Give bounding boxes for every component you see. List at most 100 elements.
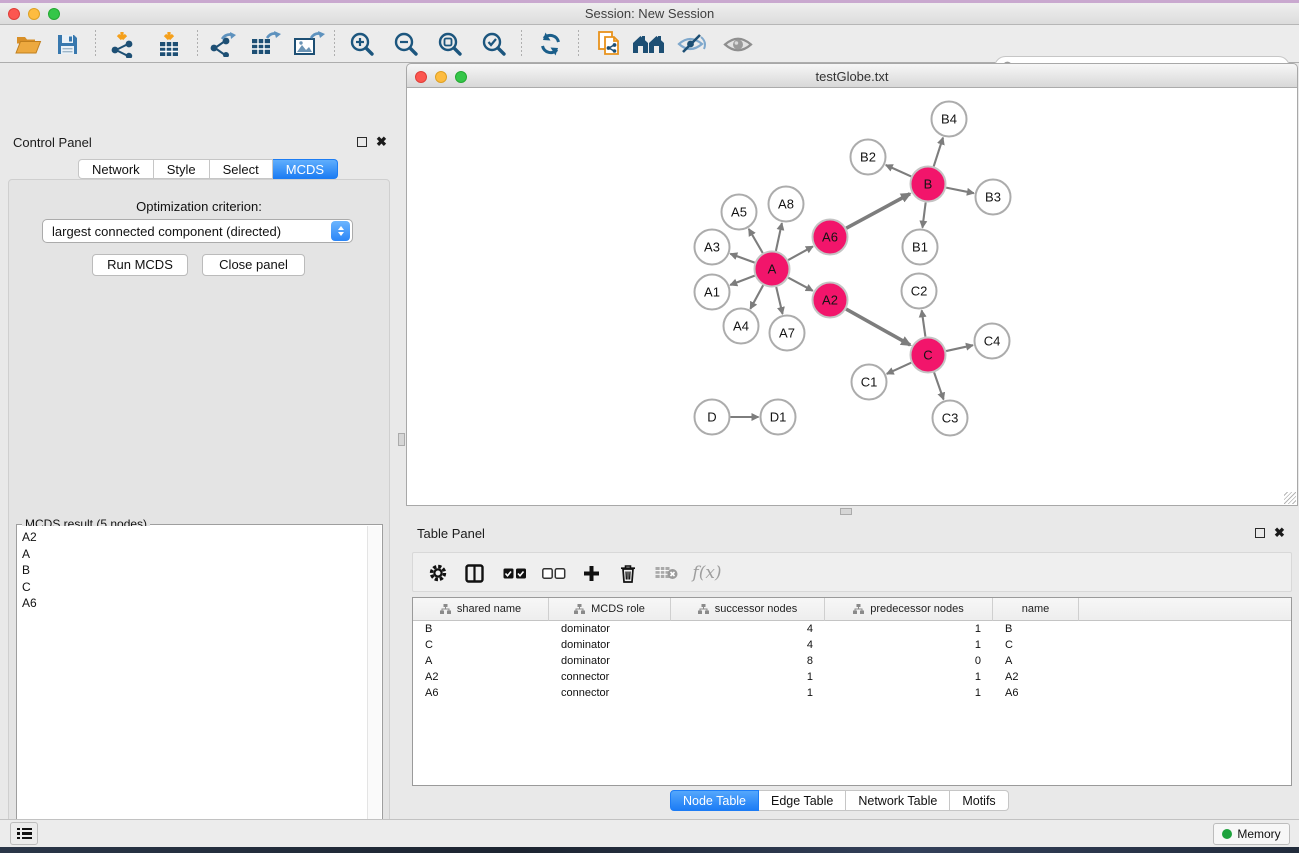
edge-C-C2[interactable] [922, 310, 926, 336]
edge-A-A6[interactable] [788, 246, 813, 260]
table-row[interactable]: Bdominator41B [413, 621, 1291, 637]
tab-style[interactable]: Style [154, 159, 210, 179]
network-window-titlebar[interactable]: testGlobe.txt [406, 63, 1298, 88]
close-panel-button[interactable]: Close panel [202, 254, 305, 276]
node-A7[interactable]: A7 [770, 316, 805, 351]
optimization-criterion-dropdown[interactable]: largest connected component (directed) [42, 219, 353, 243]
export-table-button[interactable] [247, 25, 283, 63]
refresh-button[interactable] [534, 25, 566, 63]
column-header-successor-nodes[interactable]: successor nodes [671, 598, 825, 621]
export-image-button[interactable] [289, 25, 327, 63]
edge-A-A5[interactable] [749, 229, 763, 253]
node-A2[interactable]: A2 [813, 283, 848, 318]
zoom-in-button[interactable] [346, 25, 378, 63]
node-C4[interactable]: C4 [975, 324, 1010, 359]
node-C1[interactable]: C1 [852, 365, 887, 400]
zoom-window-button[interactable] [48, 8, 60, 20]
minimize-window-button[interactable] [28, 8, 40, 20]
table-row[interactable]: A6connector11A6 [413, 685, 1291, 701]
edge-B-B1[interactable] [922, 202, 925, 227]
node-D[interactable]: D [695, 400, 730, 435]
result-list-scrollbar[interactable] [367, 526, 381, 853]
network-close-button[interactable] [415, 71, 427, 83]
zoom-selected-button[interactable] [478, 25, 510, 63]
node-D1[interactable]: D1 [761, 400, 796, 435]
result-item[interactable]: B [22, 562, 367, 579]
result-item[interactable]: A [22, 546, 367, 563]
column-header-shared-name[interactable]: shared name [413, 598, 549, 621]
clone-network-button[interactable] [592, 25, 626, 63]
table-row[interactable]: Cdominator41C [413, 637, 1291, 653]
horizontal-splitter-handle[interactable] [840, 508, 852, 515]
edge-C-C1[interactable] [887, 363, 911, 374]
zoom-fit-button[interactable] [434, 25, 466, 63]
node-A8[interactable]: A8 [769, 187, 804, 222]
zoom-out-button[interactable] [390, 25, 422, 63]
node-B1[interactable]: B1 [903, 230, 938, 265]
edge-A6-B[interactable] [846, 194, 910, 228]
close-panel-icon[interactable]: ✖ [376, 137, 387, 147]
node-B4[interactable]: B4 [932, 102, 967, 137]
edge-B-B2[interactable] [886, 165, 911, 176]
mcds-result-list[interactable]: A2ABCA6 [18, 526, 367, 853]
network-graph[interactable]: B4B2BB3A8A5A6B1A3AA1C2A2A4A7CC4C1C3DD1 [407, 88, 1297, 504]
result-item[interactable]: A2 [22, 529, 367, 546]
node-A[interactable]: A [755, 252, 790, 287]
column-header-MCDS-role[interactable]: MCDS role [549, 598, 671, 621]
edge-B-B3[interactable] [946, 188, 974, 194]
edge-C-C3[interactable] [934, 372, 943, 399]
delete-column-button[interactable] [616, 553, 640, 593]
result-item[interactable]: C [22, 579, 367, 596]
float-panel-icon[interactable] [357, 137, 367, 147]
edge-A-A4[interactable] [750, 285, 763, 309]
deselect-all-button[interactable] [541, 553, 567, 593]
open-session-button[interactable] [12, 25, 44, 63]
delete-table-button[interactable] [653, 553, 679, 593]
vertical-splitter-handle[interactable] [398, 433, 405, 446]
node-C3[interactable]: C3 [933, 401, 968, 436]
first-neighbors-button[interactable] [630, 25, 668, 63]
save-session-button[interactable] [52, 25, 82, 63]
tab-mcds[interactable]: MCDS [273, 159, 338, 179]
tab-node-table[interactable]: Node Table [670, 790, 759, 811]
tab-network[interactable]: Network [78, 159, 154, 179]
table-body[interactable]: Bdominator41BCdominator41CAdominator80AA… [413, 621, 1291, 701]
node-A6[interactable]: A6 [813, 220, 848, 255]
close-table-panel-icon[interactable]: ✖ [1274, 528, 1285, 538]
edge-A-A8[interactable] [776, 223, 782, 251]
import-table-button[interactable] [152, 25, 186, 63]
run-mcds-button[interactable]: Run MCDS [92, 254, 188, 276]
network-zoom-button[interactable] [455, 71, 467, 83]
function-builder-button[interactable]: f(x) [689, 553, 725, 593]
show-all-button[interactable] [720, 25, 756, 63]
tab-select[interactable]: Select [210, 159, 273, 179]
task-history-button[interactable] [10, 822, 38, 845]
column-header-name[interactable]: name [993, 598, 1079, 621]
edge-A-A1[interactable] [730, 276, 755, 285]
edge-B-B4[interactable] [934, 138, 943, 167]
float-table-panel-icon[interactable] [1255, 528, 1265, 538]
network-minimize-button[interactable] [435, 71, 447, 83]
tab-motifs[interactable]: Motifs [950, 790, 1008, 811]
tab-network-table[interactable]: Network Table [846, 790, 950, 811]
node-A1[interactable]: A1 [695, 275, 730, 310]
table-settings-button[interactable] [426, 553, 450, 593]
table-row[interactable]: Adominator80A [413, 653, 1291, 669]
node-table[interactable]: shared nameMCDS rolesuccessor nodesprede… [412, 597, 1292, 786]
node-B[interactable]: B [911, 167, 946, 202]
node-B3[interactable]: B3 [976, 180, 1011, 215]
node-B2[interactable]: B2 [851, 140, 886, 175]
node-C[interactable]: C [911, 338, 946, 373]
node-A3[interactable]: A3 [695, 230, 730, 265]
tab-edge-table[interactable]: Edge Table [759, 790, 846, 811]
node-C2[interactable]: C2 [902, 274, 937, 309]
edge-A-A2[interactable] [788, 278, 812, 291]
hide-selected-button[interactable] [674, 25, 710, 63]
add-column-button[interactable] [579, 553, 603, 593]
edge-C-C4[interactable] [946, 345, 973, 351]
memory-button[interactable]: Memory [1213, 823, 1290, 845]
network-canvas[interactable]: B4B2BB3A8A5A6B1A3AA1C2A2A4A7CC4C1C3DD1 [406, 88, 1298, 506]
window-resize-grip[interactable] [1284, 492, 1296, 504]
table-row[interactable]: A2connector11A2 [413, 669, 1291, 685]
show-columns-button[interactable] [462, 553, 486, 593]
